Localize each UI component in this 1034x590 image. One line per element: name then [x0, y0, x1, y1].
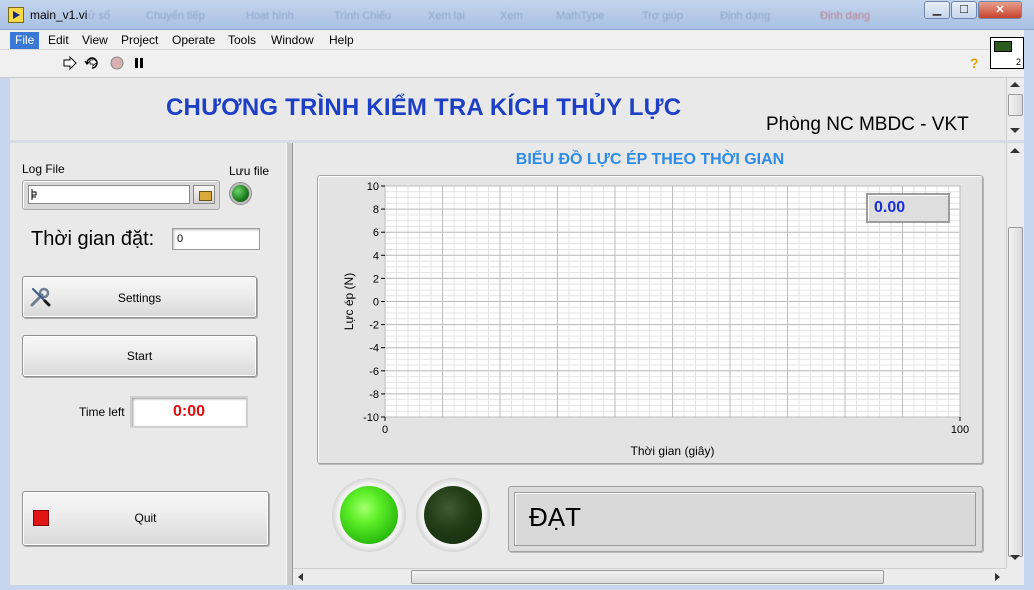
fail-lamp[interactable]	[424, 486, 482, 544]
thoi-gian-dat-input[interactable]: 0	[172, 228, 260, 250]
y-tick-label: 2	[373, 273, 379, 285]
horizontal-scrollbar[interactable]	[293, 568, 1006, 585]
organization-label: Phòng NC MBDC - VKT	[766, 114, 969, 135]
pass-lamp[interactable]	[340, 486, 398, 544]
fail-lamp-bezel	[416, 478, 490, 552]
pause-icon[interactable]	[133, 56, 145, 70]
start-label: Start	[126, 349, 153, 363]
header-vertical-scrollbar[interactable]	[1006, 78, 1024, 140]
x-tick-label: 0	[382, 424, 388, 436]
log-file-label: Log File	[22, 162, 65, 176]
scroll-corner	[1006, 568, 1024, 585]
ghost-tab: ử sổ	[88, 10, 111, 22]
path-icon	[31, 189, 37, 200]
menu-project[interactable]: Project	[119, 32, 160, 49]
quit-label: Quit	[134, 511, 157, 525]
y-tick-label: 4	[373, 250, 379, 262]
menu-help[interactable]: Help	[327, 32, 356, 49]
quit-button[interactable]: Quit	[22, 491, 269, 546]
pass-lamp-bezel	[332, 478, 406, 552]
y-axis-label: Lực ép (N)	[342, 273, 356, 330]
context-help-icon[interactable]: ?	[970, 55, 979, 71]
y-tick-label: -4	[369, 343, 379, 355]
force-readout: 0.00	[866, 193, 950, 223]
ghost-tab: Xem lại	[428, 10, 465, 22]
y-tick-label: -8	[369, 389, 379, 401]
thoi-gian-dat-label: Thời gian đặt:	[31, 228, 155, 250]
window-title: main_v1.vi	[30, 8, 88, 22]
menu-edit[interactable]: Edit	[46, 32, 71, 49]
log-file-path-input[interactable]	[28, 185, 190, 204]
time-left-label: Time left	[79, 405, 125, 419]
time-left-display: 0:00	[130, 396, 248, 428]
y-tick-label: 10	[367, 181, 379, 193]
scroll-thumb[interactable]	[1008, 94, 1023, 116]
maximize-button[interactable]: ☐	[951, 1, 977, 19]
chart-title: BIỂU ĐỒ LỰC ÉP THEO THỜI GIAN	[515, 151, 785, 168]
ghost-tab: Trợ giúp	[642, 10, 684, 22]
scroll-right-arrow-icon[interactable]	[995, 573, 1000, 581]
menu-window[interactable]: Window	[269, 32, 316, 49]
stop-icon	[33, 510, 49, 526]
minimize-button[interactable]: ▁	[924, 1, 950, 19]
y-tick-label: 6	[373, 227, 379, 239]
scroll-left-arrow-icon[interactable]	[298, 573, 303, 581]
result-indicator: ĐẠT	[514, 492, 976, 546]
labview-app-icon	[8, 7, 24, 23]
main-vertical-scrollbar[interactable]	[1006, 143, 1024, 568]
y-tick-label: 0	[373, 297, 379, 309]
ghost-tab: Hoạt hình	[246, 10, 294, 22]
pane-splitter[interactable]	[286, 143, 293, 585]
ghost-tab: Trình Chiếu	[334, 10, 392, 22]
scroll-up-arrow-icon[interactable]	[1010, 82, 1020, 87]
scroll-thumb[interactable]	[411, 570, 884, 584]
x-tick-label: 100	[951, 424, 969, 436]
start-button[interactable]: Start	[22, 335, 257, 377]
menu-operate[interactable]: Operate	[170, 32, 217, 49]
menu-tools[interactable]: Tools	[226, 32, 258, 49]
luu-file-label: Lưu file	[229, 164, 270, 178]
page-title: CHƯƠNG TRÌNH KIỂM TRA KÍCH THỦY LỰC	[166, 94, 682, 121]
y-tick-label: -6	[369, 366, 379, 378]
menu-bar: File Edit View Project Operate Tools Win…	[0, 30, 1034, 50]
wrench-screwdriver-icon	[30, 287, 51, 307]
menu-file[interactable]: File	[10, 32, 40, 49]
ghost-tab: Định dạng	[820, 10, 871, 22]
run-arrow-icon[interactable]	[63, 56, 77, 70]
y-tick-label: -2	[369, 320, 379, 332]
x-axis-label: Thời gian (giây)	[631, 444, 715, 458]
ghost-tab: MathType	[556, 10, 605, 22]
toolbar	[0, 50, 1034, 78]
y-tick-label: -10	[363, 412, 379, 424]
settings-button[interactable]: Settings	[22, 276, 257, 318]
close-button[interactable]: ✕	[978, 1, 1022, 19]
window-border	[0, 585, 1034, 590]
scroll-up-arrow-icon[interactable]	[1010, 148, 1020, 153]
scroll-down-arrow-icon[interactable]	[1010, 128, 1020, 133]
scroll-thumb[interactable]	[1008, 227, 1023, 557]
browse-folder-button[interactable]	[193, 185, 215, 204]
ghost-tab: Xem	[500, 10, 523, 22]
ghost-tab: Chuyển tiếp	[146, 10, 205, 22]
abort-icon[interactable]	[110, 56, 124, 70]
ghost-tab: Định dạng	[720, 10, 771, 22]
y-tick-label: 8	[373, 204, 379, 216]
luu-file-led[interactable]	[230, 183, 251, 204]
scroll-down-arrow-icon[interactable]	[1010, 555, 1020, 560]
vi-connector-icon[interactable]: 2	[990, 37, 1024, 69]
window-border	[1024, 30, 1034, 590]
menu-view[interactable]: View	[80, 32, 110, 49]
window-border	[0, 78, 10, 590]
settings-label: Settings	[117, 291, 162, 305]
run-continuously-icon[interactable]	[84, 56, 100, 70]
